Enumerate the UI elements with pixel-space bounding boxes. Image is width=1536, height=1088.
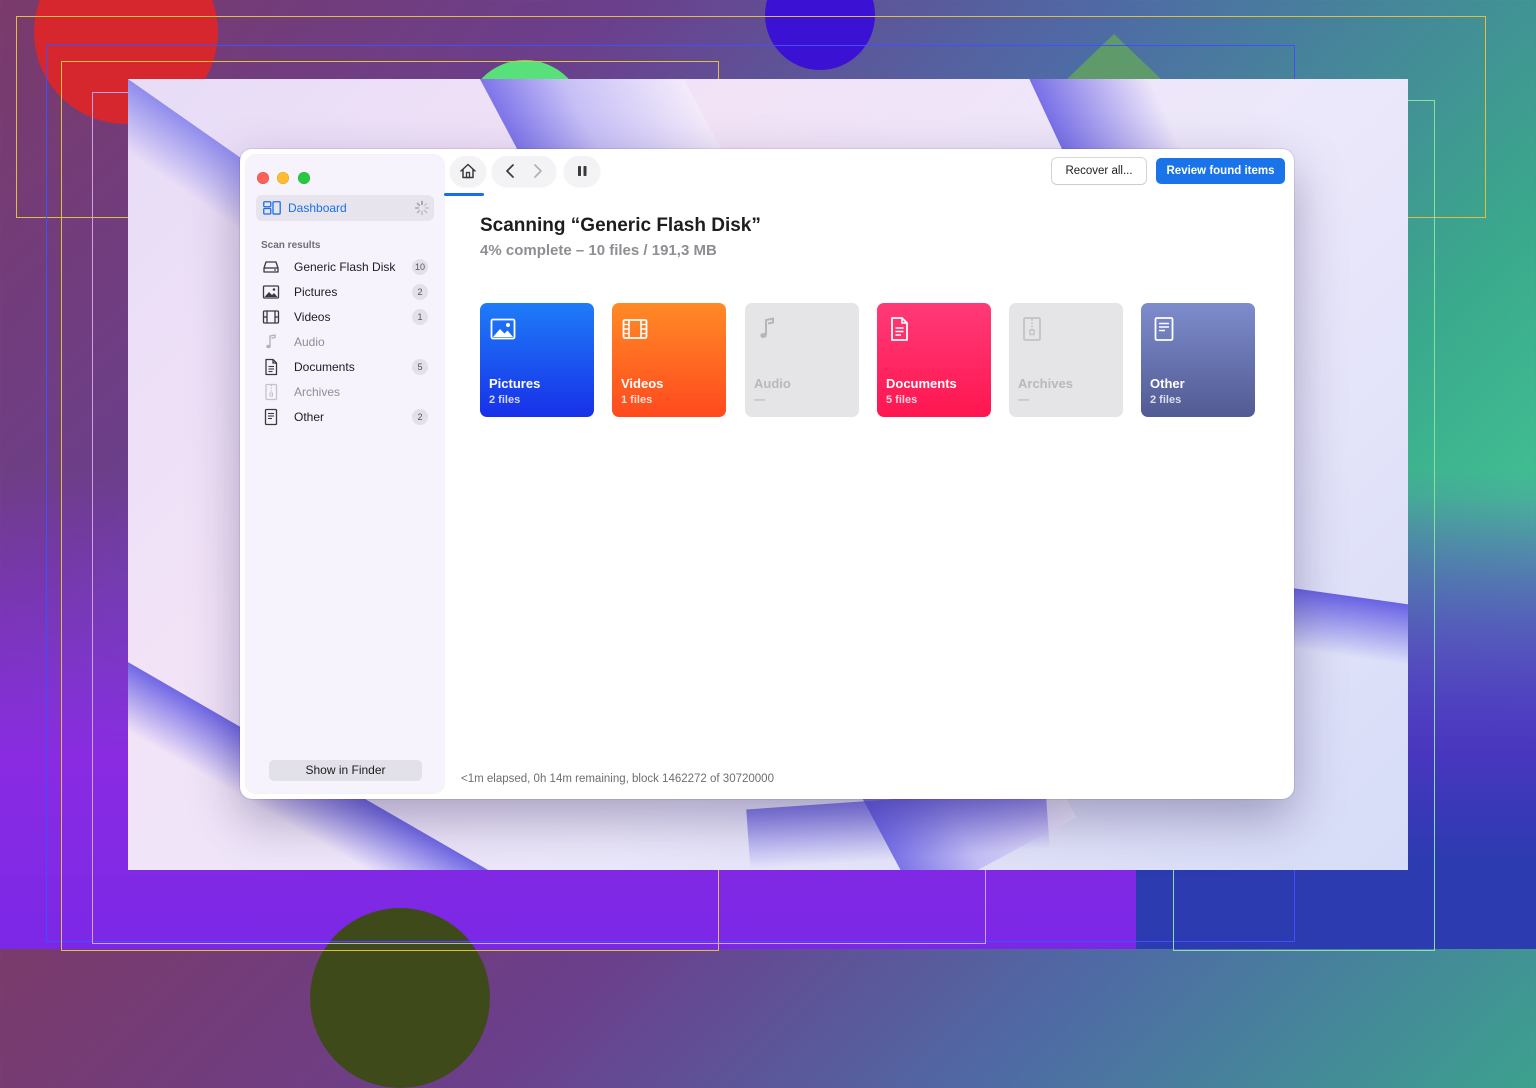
card-title: Other bbox=[1150, 376, 1185, 391]
page-title: Scanning “Generic Flash Disk” bbox=[480, 215, 761, 236]
home-tab-indicator bbox=[444, 193, 484, 196]
pause-button[interactable] bbox=[564, 156, 600, 186]
card-audio[interactable]: Audio — bbox=[745, 303, 859, 417]
sidebar-item-label: Dashboard bbox=[288, 201, 347, 215]
forward-arrow-icon[interactable] bbox=[534, 164, 542, 178]
sidebar-item-label: Documents bbox=[294, 360, 355, 374]
sidebar-item-archives[interactable]: Archives bbox=[260, 381, 432, 403]
dashboard-icon bbox=[263, 201, 281, 215]
sidebar: Dashboard Scan results Generic Flash Dis… bbox=[246, 155, 444, 793]
close-window-button[interactable] bbox=[257, 172, 269, 184]
card-count: 5 files bbox=[886, 394, 918, 406]
card-count: 2 files bbox=[489, 394, 521, 406]
card-count: 1 files bbox=[621, 394, 653, 406]
sidebar-item-documents[interactable]: Documents 5 bbox=[260, 356, 432, 378]
card-videos[interactable]: Videos 1 files bbox=[612, 303, 726, 417]
background-blue-circle bbox=[765, 0, 875, 70]
recover-all-button[interactable]: Recover all... bbox=[1052, 158, 1146, 184]
background-triangle bbox=[1066, 34, 1162, 80]
wallpaper-band bbox=[1029, 79, 1187, 159]
sidebar-item-generic-flash-disk[interactable]: Generic Flash Disk 10 bbox=[260, 256, 432, 278]
section-title-scan-results: Scan results bbox=[261, 240, 321, 251]
document-icon bbox=[891, 317, 908, 341]
scan-status-text: <1m elapsed, 0h 14m remaining, block 146… bbox=[461, 773, 774, 785]
card-count: 2 files bbox=[1150, 394, 1182, 406]
scan-progress-subtitle: 4% complete – 10 files / 191,3 MB bbox=[480, 242, 717, 259]
card-title: Videos bbox=[621, 376, 664, 391]
count-badge: 5 bbox=[412, 359, 428, 375]
film-icon bbox=[622, 319, 648, 339]
card-documents[interactable]: Documents 5 files bbox=[877, 303, 991, 417]
card-title: Archives bbox=[1018, 376, 1073, 391]
sidebar-item-label: Videos bbox=[294, 310, 331, 324]
card-title: Documents bbox=[886, 376, 957, 391]
wallpaper-band bbox=[746, 788, 1050, 870]
sidebar-item-label: Archives bbox=[294, 385, 341, 399]
sidebar-item-label: Pictures bbox=[294, 285, 338, 299]
picture-icon bbox=[262, 285, 280, 299]
zoom-window-button[interactable] bbox=[298, 172, 310, 184]
card-title: Audio bbox=[754, 376, 791, 391]
spinner-icon bbox=[414, 200, 430, 216]
drive-icon bbox=[263, 261, 279, 273]
film-icon bbox=[262, 310, 280, 324]
sidebar-item-pictures[interactable]: Pictures 2 bbox=[260, 281, 432, 303]
navigation-buttons bbox=[492, 156, 556, 186]
card-count: — bbox=[754, 394, 765, 406]
sidebar-item-label: Audio bbox=[294, 335, 325, 349]
count-badge: 1 bbox=[412, 309, 428, 325]
house-icon bbox=[460, 163, 476, 179]
card-count: — bbox=[1018, 394, 1029, 406]
home-button[interactable] bbox=[450, 156, 486, 186]
show-in-finder-button[interactable]: Show in Finder bbox=[269, 760, 422, 781]
music-note-icon bbox=[760, 317, 774, 338]
other-file-icon bbox=[264, 408, 278, 426]
sidebar-item-videos[interactable]: Videos 1 bbox=[260, 306, 432, 328]
document-icon bbox=[265, 358, 278, 376]
background-olive-circle bbox=[310, 908, 490, 1088]
sidebar-item-label: Generic Flash Disk bbox=[294, 260, 396, 274]
minimize-window-button[interactable] bbox=[277, 172, 289, 184]
card-archives[interactable]: Archives — bbox=[1009, 303, 1123, 417]
card-pictures[interactable]: Pictures 2 files bbox=[480, 303, 594, 417]
app-window: Dashboard Scan results Generic Flash Dis… bbox=[240, 149, 1294, 799]
back-arrow-icon[interactable] bbox=[506, 164, 514, 178]
review-found-items-button[interactable]: Review found items bbox=[1156, 158, 1285, 184]
sidebar-item-other[interactable]: Other 2 bbox=[260, 406, 432, 428]
count-badge: 2 bbox=[412, 409, 428, 425]
sidebar-item-dashboard[interactable]: Dashboard bbox=[256, 195, 434, 221]
sidebar-item-label: Other bbox=[294, 410, 325, 424]
card-other[interactable]: Other 2 files bbox=[1141, 303, 1255, 417]
other-file-icon bbox=[1154, 317, 1174, 341]
count-badge: 2 bbox=[412, 284, 428, 300]
music-note-icon bbox=[266, 334, 276, 349]
navigation-arrows bbox=[506, 164, 542, 178]
archive-icon bbox=[265, 383, 278, 401]
archive-icon bbox=[1023, 317, 1041, 341]
card-title: Pictures bbox=[489, 376, 541, 391]
count-badge: 10 bbox=[412, 259, 428, 275]
picture-icon bbox=[490, 318, 516, 340]
pause-icon bbox=[578, 166, 587, 176]
sidebar-item-audio[interactable]: Audio bbox=[260, 331, 432, 353]
